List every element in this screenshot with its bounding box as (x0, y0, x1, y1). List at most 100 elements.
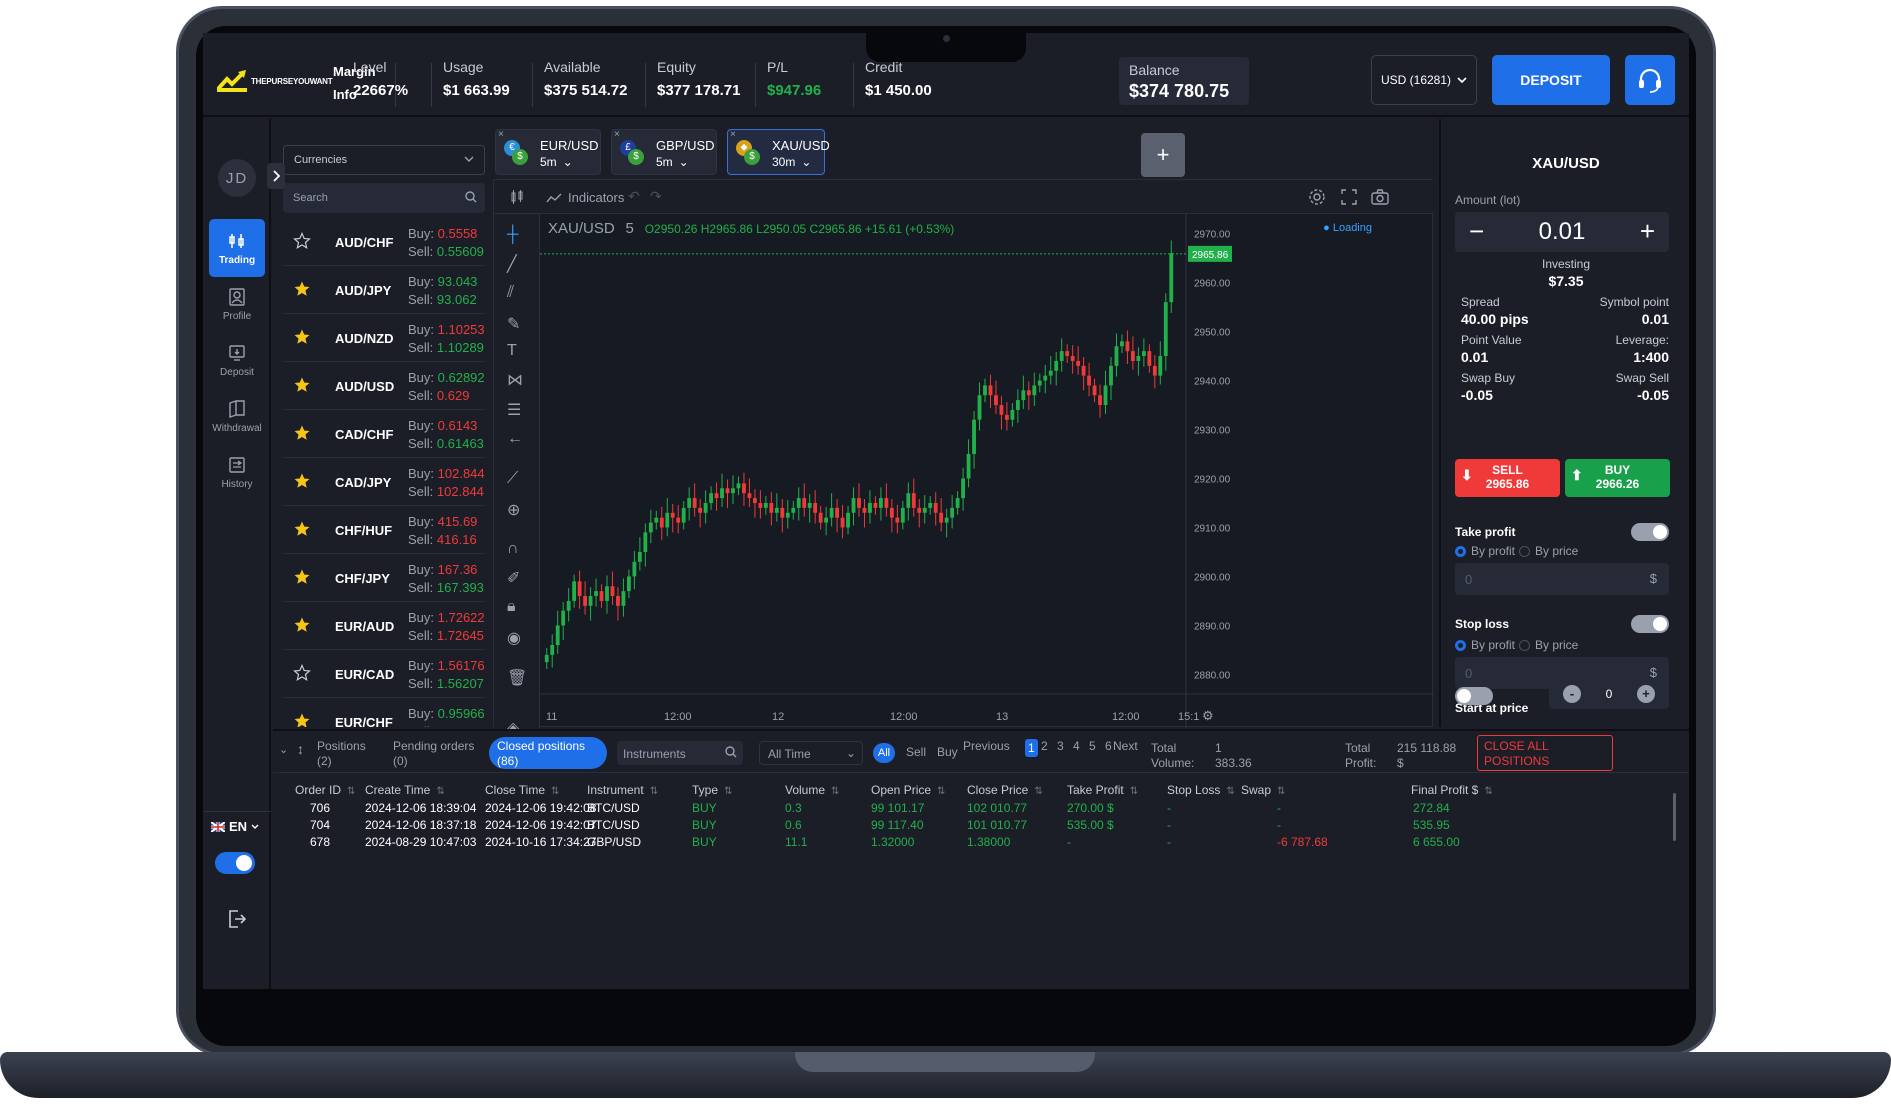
instrument-search-input[interactable]: Search (283, 183, 485, 213)
table-row[interactable]: 706 2024-12-06 18:39:04 2024-12-06 19:42:0… (273, 801, 1673, 818)
candle-body[interactable] (1120, 341, 1124, 347)
close-tab-icon[interactable]: × (614, 129, 620, 140)
candle-body[interactable] (972, 419, 976, 454)
candle-body[interactable] (824, 517, 829, 523)
sort-icon[interactable]: ⇅ (1484, 786, 1492, 797)
sort-icon[interactable]: ⇅ (937, 786, 945, 797)
candle-body[interactable] (862, 507, 867, 513)
candle-body[interactable] (626, 576, 631, 592)
candle-body[interactable] (1070, 356, 1075, 361)
magnet-icon[interactable]: ∩ (507, 540, 519, 558)
filter-all-button[interactable]: All (873, 743, 895, 763)
instrument-row[interactable]: EUR/AUD Buy: 1.72622 Sell: 1.72645 (283, 602, 485, 650)
star-filled-icon[interactable] (293, 280, 311, 298)
candle-body[interactable] (785, 512, 790, 518)
chart-tab-eur-usd[interactable]: × € $ EUR/USD 5m ⌄ (495, 129, 601, 175)
nav-item-withdrawal[interactable]: Withdrawal (209, 387, 265, 445)
expand-panel-button[interactable] (267, 163, 285, 189)
candle-body[interactable] (742, 483, 746, 494)
candle-body[interactable] (802, 498, 807, 508)
chevron-down-icon[interactable]: ⌄ (563, 155, 573, 169)
sort-icon[interactable]: ⇅ (1226, 786, 1234, 797)
sort-icon[interactable]: ⇅ (1277, 786, 1285, 797)
candle-body[interactable] (1109, 365, 1113, 386)
page-1-button[interactable]: 1 (1025, 739, 1038, 757)
sort-icon[interactable]: ⇅ (436, 786, 444, 797)
candle-body[interactable] (1010, 409, 1015, 420)
candle-body[interactable] (763, 502, 768, 508)
candle-body[interactable] (1004, 414, 1009, 420)
page-4-button[interactable]: 4 (1073, 739, 1080, 753)
candle-body[interactable] (889, 507, 894, 518)
candle-body[interactable] (577, 581, 582, 597)
candle-body[interactable] (687, 498, 692, 508)
instruments-filter-input[interactable]: Instruments (617, 741, 743, 765)
instrument-row[interactable]: EUR/CHF Buy: 0.95966 Sell: 0.95982 (283, 698, 485, 727)
star-filled-icon[interactable] (293, 616, 311, 634)
candle-body[interactable] (1043, 375, 1048, 381)
deposit-button[interactable]: DEPOSIT (1492, 55, 1610, 105)
candle-body[interactable] (720, 488, 724, 499)
column-header-stop-loss[interactable]: Stop Loss ⇅ (1167, 783, 1235, 797)
candle-body[interactable] (961, 478, 966, 499)
sort-icon[interactable]: ⇅ (1130, 786, 1138, 797)
candle-body[interactable] (983, 385, 987, 396)
candle-body[interactable] (725, 488, 730, 494)
chart-settings-icon[interactable] (1308, 188, 1326, 206)
candle-body[interactable] (572, 581, 577, 601)
fullscreen-icon[interactable] (1340, 188, 1358, 206)
candle-body[interactable] (709, 493, 714, 503)
table-scrollbar[interactable] (1673, 793, 1676, 841)
candle-body[interactable] (1026, 390, 1031, 396)
sort-icon[interactable]: ⇅ (551, 786, 559, 797)
candle-body[interactable] (1048, 370, 1053, 376)
candle-body[interactable] (1152, 365, 1157, 376)
candle-body[interactable] (588, 596, 593, 606)
pending-orders-tab[interactable]: Pending orders (0) (393, 739, 474, 769)
fib-icon[interactable]: ⫽ (507, 284, 514, 302)
candle-body[interactable] (561, 610, 566, 626)
camera-snapshot-icon[interactable] (1370, 188, 1390, 206)
chart-tab-gbp-usd[interactable]: × £ $ GBP/USD 5m ⌄ (611, 129, 717, 175)
candle-body[interactable] (868, 502, 872, 513)
lock-icon[interactable]: 🔒︎ (507, 598, 516, 616)
nav-item-history[interactable]: History (209, 443, 265, 501)
candle-body[interactable] (796, 498, 801, 508)
filter-sell-button[interactable]: Sell (906, 745, 926, 760)
trend-line-icon[interactable]: ╱ (507, 254, 517, 274)
pattern-icon[interactable]: ⋈ (507, 370, 523, 390)
page-6-button[interactable]: 6 (1105, 739, 1112, 753)
column-header-close-time[interactable]: Close Time ⇅ (485, 783, 559, 797)
stop-loss-toggle[interactable] (1631, 615, 1669, 633)
star-filled-icon[interactable] (293, 376, 311, 394)
column-header-take-profit[interactable]: Take Profit ⇅ (1067, 783, 1138, 797)
logout-button[interactable] (227, 909, 247, 932)
increase-amount-button[interactable]: + (1640, 216, 1655, 247)
tp-by-price-radio[interactable]: By price (1519, 544, 1578, 558)
sort-icon[interactable]: ⇅ (724, 786, 732, 797)
add-chart-tab-button[interactable]: + (1141, 133, 1185, 177)
candle-body[interactable] (1021, 390, 1026, 401)
instrument-row[interactable]: AUD/NZD Buy: 1.10253 Sell: 1.10289 (283, 314, 485, 362)
sell-button[interactable]: ⬇ SELL 2965.86 (1455, 459, 1560, 497)
candle-body[interactable] (731, 488, 735, 494)
candle-body[interactable] (610, 586, 615, 597)
candle-body[interactable] (769, 502, 774, 513)
nav-item-trading[interactable]: Trading (209, 219, 265, 277)
candle-body[interactable] (632, 561, 637, 577)
chevron-down-icon[interactable]: ⌄ (801, 155, 811, 169)
close-all-positions-button[interactable]: CLOSE ALL POSITIONS (1477, 735, 1613, 771)
positions-tab[interactable]: Positions (2) (317, 739, 366, 769)
candle-body[interactable] (1169, 253, 1174, 303)
page-5-button[interactable]: 5 (1089, 739, 1096, 753)
back-arrow-icon[interactable]: ← (507, 430, 523, 448)
candle-body[interactable] (813, 502, 818, 513)
candle-body[interactable] (791, 507, 796, 513)
candle-body[interactable] (616, 596, 620, 606)
instrument-row[interactable]: AUD/JPY Buy: 93.043 Sell: 93.062 (283, 266, 485, 314)
axis-settings-icon[interactable]: ⚙ (1202, 708, 1214, 723)
page-2-button[interactable]: 2 (1041, 739, 1048, 753)
candle-body[interactable] (1158, 356, 1163, 376)
eye-icon[interactable]: ◉ (507, 628, 521, 648)
candle-body[interactable] (654, 517, 659, 523)
